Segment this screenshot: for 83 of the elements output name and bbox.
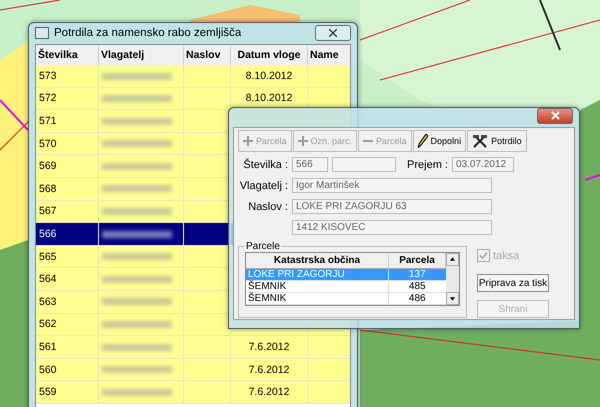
table-cell: 572 bbox=[36, 87, 98, 110]
blurred-text bbox=[102, 208, 172, 216]
list-row[interactable]: ŠEMNIK 485 bbox=[246, 280, 446, 292]
column-header[interactable]: Parcela bbox=[388, 253, 446, 268]
hammer-icon bbox=[472, 134, 488, 148]
plus-icon bbox=[298, 136, 308, 146]
table-cell: 485 bbox=[388, 280, 446, 292]
blurred-text bbox=[102, 230, 172, 238]
blurred-text bbox=[102, 366, 172, 374]
blurred-text bbox=[102, 388, 172, 396]
blurred-text bbox=[102, 162, 172, 170]
table-cell: 564 bbox=[36, 268, 98, 290]
window-title: Potrdila za namensko rabo zemljišča bbox=[54, 27, 242, 39]
plus-icon bbox=[243, 136, 253, 146]
input-field[interactable] bbox=[332, 157, 396, 172]
field-label: Prejem : bbox=[406, 158, 448, 170]
date-field[interactable]: 03.07.2012 bbox=[452, 157, 514, 172]
list-row[interactable]: ŠEMNIK 486 bbox=[246, 292, 446, 304]
address-field[interactable]: 1412 KISOVEC bbox=[292, 220, 492, 235]
scrollbar[interactable] bbox=[446, 253, 459, 305]
action-button[interactable]: Priprava za tisk bbox=[477, 274, 549, 292]
blurred-text bbox=[102, 140, 172, 148]
applicant-field[interactable]: Igor Martinšek bbox=[292, 178, 492, 193]
blurred-text bbox=[102, 185, 172, 192]
table-cell: 566 bbox=[36, 222, 98, 246]
table-cell: 560 bbox=[36, 358, 98, 381]
table-cell: 562 bbox=[36, 313, 98, 336]
blurred-text bbox=[102, 253, 172, 260]
table-cell: ŠEMNIK bbox=[246, 280, 388, 292]
column-header[interactable]: Številka bbox=[36, 45, 98, 65]
table-cell: ŠEMNIK bbox=[246, 292, 388, 304]
close-icon bbox=[550, 111, 560, 120]
blurred-text bbox=[102, 344, 172, 351]
close-button[interactable] bbox=[315, 25, 351, 41]
table-cell: 567 bbox=[36, 200, 98, 223]
table-cell: LOKE PRI ZAGORJU bbox=[246, 268, 388, 280]
field-label: Vlagatelj : bbox=[238, 180, 288, 192]
number-field[interactable]: 566 bbox=[292, 157, 328, 172]
table-cell: 571 bbox=[36, 110, 98, 132]
column-header[interactable]: Katastrska občina bbox=[246, 253, 388, 268]
table-row[interactable]: 559 7.6.2012 bbox=[36, 380, 350, 404]
scroll-up-icon[interactable] bbox=[446, 253, 459, 266]
table-cell: 573 bbox=[36, 65, 98, 88]
blurred-text bbox=[102, 95, 172, 102]
pencil-icon bbox=[418, 134, 428, 148]
table-cell: 563 bbox=[36, 290, 98, 314]
table-cell: 7.6.2012 bbox=[248, 386, 290, 398]
checkbox-label: taksa bbox=[493, 250, 520, 262]
table-cell: 8.10.2012 bbox=[246, 92, 292, 104]
close-button[interactable] bbox=[537, 108, 573, 124]
table-cell: 486 bbox=[388, 292, 446, 304]
table-cell: 570 bbox=[36, 132, 98, 155]
table-cell: 569 bbox=[36, 154, 98, 178]
field-label: Naslov : bbox=[247, 200, 288, 212]
table-row[interactable]: 573 8.10.2012 bbox=[36, 65, 350, 88]
blurred-text bbox=[102, 276, 172, 283]
table-row[interactable]: 560 7.6.2012 bbox=[36, 358, 350, 381]
column-header[interactable]: Name bbox=[308, 45, 350, 65]
table-cell: 561 bbox=[36, 336, 98, 358]
scroll-down-icon[interactable] bbox=[446, 292, 459, 305]
field-label: Številka : bbox=[242, 158, 288, 170]
window-icon bbox=[35, 27, 49, 39]
table-row[interactable]: 572 8.10.2012 bbox=[36, 87, 350, 110]
table-cell: 565 bbox=[36, 245, 98, 268]
table-cell: 559 bbox=[36, 380, 98, 404]
address-field[interactable]: LOKE PRI ZAGORJU 63 bbox=[292, 199, 492, 214]
table-cell: 137 bbox=[388, 268, 446, 280]
group-title: Parcele bbox=[245, 241, 281, 252]
column-header[interactable]: Naslov bbox=[184, 45, 230, 65]
table-cell: 7.6.2012 bbox=[248, 364, 290, 376]
close-icon bbox=[329, 29, 337, 37]
table-cell: 7.6.2012 bbox=[248, 340, 290, 353]
blurred-text bbox=[102, 298, 172, 306]
toolbar-button[interactable]: Potrdilo bbox=[467, 130, 527, 152]
table-row[interactable]: 561 7.6.2012 bbox=[36, 336, 350, 358]
toolbar-button[interactable]: Dopolni bbox=[412, 130, 466, 152]
column-header[interactable]: Vlagatelj bbox=[98, 45, 184, 65]
blurred-text bbox=[102, 321, 172, 328]
table-cell: 568 bbox=[36, 177, 98, 200]
blurred-text bbox=[102, 118, 172, 125]
blurred-text bbox=[102, 72, 172, 80]
column-header[interactable]: Datum vloge bbox=[230, 45, 308, 65]
table-cell: 8.10.2012 bbox=[246, 70, 292, 82]
